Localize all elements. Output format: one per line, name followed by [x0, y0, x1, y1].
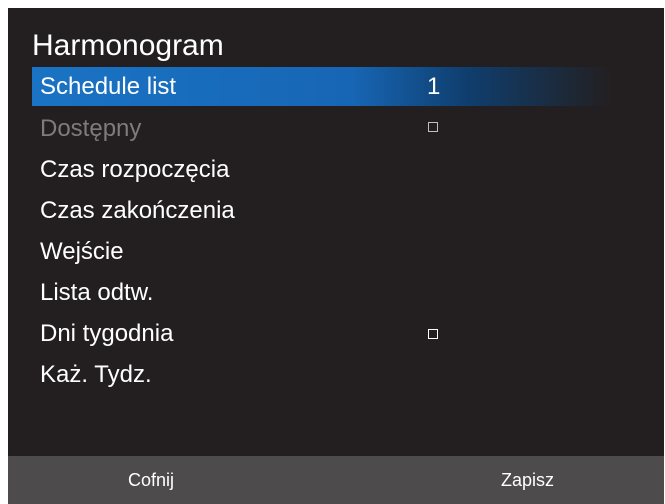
menu-item-label: Czas rozpoczęcia	[40, 155, 230, 183]
weekdays-checkbox[interactable]	[428, 328, 438, 339]
schedule-list-value: 1	[427, 72, 441, 100]
menu-item-playlist[interactable]: Lista odtw.	[32, 272, 612, 313]
menu-list: Schedule list 1 Dostępny Czas rozpoczęci…	[32, 67, 612, 395]
footer-bar: Cofnij Zapisz	[8, 456, 664, 504]
menu-item-schedule-list[interactable]: Schedule list 1	[32, 67, 612, 106]
menu-item-start-time[interactable]: Czas rozpoczęcia	[32, 149, 612, 190]
menu-item-label: Każ. Tydz.	[40, 360, 152, 388]
available-checkbox	[428, 122, 438, 132]
save-button[interactable]: Zapisz	[501, 456, 554, 504]
menu-item-end-time[interactable]: Czas zakończenia	[32, 190, 612, 231]
menu-item-weekdays[interactable]: Dni tygodnia	[32, 313, 612, 354]
menu-item-label: Wejście	[40, 237, 124, 265]
menu-item-available: Dostępny	[32, 108, 612, 149]
menu-item-label: Schedule list	[40, 72, 177, 100]
menu-item-label: Dni tygodnia	[40, 319, 174, 347]
menu-item-label: Dostępny	[40, 114, 142, 142]
back-button[interactable]: Cofnij	[128, 456, 174, 504]
page-title: Harmonogram	[32, 29, 224, 62]
menu-item-every-week[interactable]: Każ. Tydz.	[32, 354, 612, 395]
menu-item-label: Lista odtw.	[40, 278, 154, 306]
schedule-screen: Harmonogram Schedule list 1 Dostępny Cza…	[8, 8, 664, 504]
menu-item-label: Czas zakończenia	[40, 196, 235, 224]
menu-item-input[interactable]: Wejście	[32, 231, 612, 272]
